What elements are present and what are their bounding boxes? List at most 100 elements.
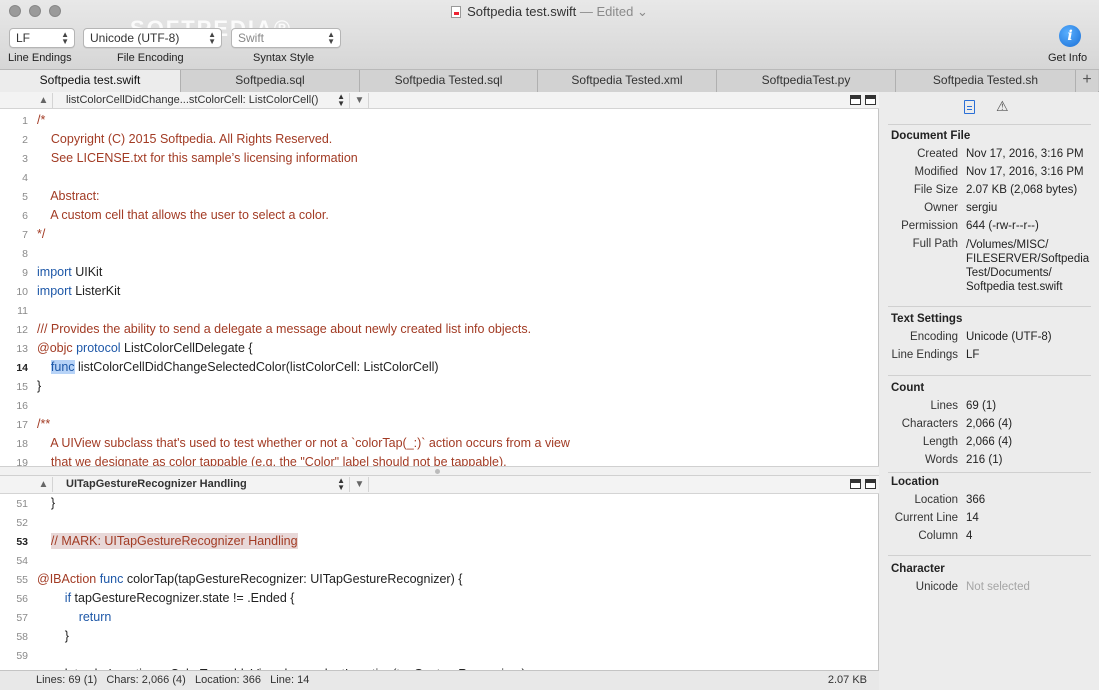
code-line[interactable]: 3 See LICENSE.txt for this sample’s lice… bbox=[0, 150, 879, 169]
function-menu[interactable]: listColorCellDidChange...stColorCell: Li… bbox=[54, 93, 350, 108]
code-line[interactable]: 52 bbox=[0, 514, 879, 533]
code-line[interactable]: 14 func listColorCellDidChangeSelectedCo… bbox=[0, 359, 879, 378]
tab-softpedia-tested-sql[interactable]: Softpedia Tested.sql bbox=[360, 70, 538, 92]
location-row: Location 366 bbox=[880, 494, 1099, 510]
code-token: Copyright (C) 2015 Softpedia. All Rights… bbox=[37, 132, 333, 146]
location-heading: Location bbox=[891, 476, 939, 488]
code-line[interactable]: 6 A custom cell that allows the user to … bbox=[0, 207, 879, 226]
code-line[interactable]: 58 } bbox=[0, 628, 879, 647]
keyword-token: import bbox=[37, 265, 72, 279]
chevron-up-icon[interactable]: ▲ bbox=[35, 477, 53, 492]
modified-row: Modified Nov 17, 2016, 3:16 PM bbox=[880, 166, 1099, 182]
get-info-label[interactable]: Get Info bbox=[1048, 52, 1087, 64]
code-line[interactable]: 4 bbox=[0, 169, 879, 188]
line-number: 54 bbox=[16, 555, 28, 567]
line-number: 14 bbox=[16, 362, 28, 374]
lines-key: Lines bbox=[930, 400, 959, 412]
line-endings-select[interactable]: LF ▲ ▼ bbox=[9, 28, 75, 48]
status-summary: Lines: 69 (1) Chars: 2,066 (4) Location:… bbox=[36, 674, 310, 686]
code-line[interactable]: 59 bbox=[0, 647, 879, 666]
code-line[interactable]: 56 if tapGestureRecognizer.state != .End… bbox=[0, 590, 879, 609]
words-row: Words 216 (1) bbox=[880, 454, 1099, 470]
bottom-code-pane[interactable]: 51 } 52 53 // MARK: UITapGestureRecognizer… bbox=[0, 494, 879, 670]
tab-softpedia-tested-xml[interactable]: Softpedia Tested.xml bbox=[538, 70, 717, 92]
code-line[interactable]: 16 bbox=[0, 397, 879, 416]
code-token: } bbox=[37, 379, 42, 393]
code-line[interactable]: 51 } bbox=[0, 495, 879, 514]
created-row: Created Nov 17, 2016, 3:16 PM bbox=[880, 148, 1099, 164]
editor: ▲ listColorCellDidChange...stColorCell: … bbox=[0, 92, 879, 670]
file-encoding-label: File Encoding bbox=[117, 52, 184, 64]
code-line[interactable]: 5 Abstract: bbox=[0, 188, 879, 207]
syntax-style-select[interactable]: Swift ▲ ▼ bbox=[231, 28, 341, 48]
split-view-icon[interactable] bbox=[850, 95, 861, 105]
code-token: ListColorCellDelegate { bbox=[120, 341, 253, 355]
code-line[interactable]: 2 Copyright (C) 2015 Softpedia. All Righ… bbox=[0, 131, 879, 150]
code-line[interactable]: 13 @objc protocol ListColorCellDelegate { bbox=[0, 340, 879, 359]
unicode-key: Unicode bbox=[915, 581, 958, 593]
line-number: 5 bbox=[22, 191, 28, 203]
owner-row: Owner sergiu bbox=[880, 202, 1099, 218]
code-line[interactable]: 9 import UIKit bbox=[0, 264, 879, 283]
chevron-down-icon[interactable]: ▼ bbox=[351, 477, 369, 492]
inspector-panel: ⚠ Document File Created Nov 17, 2016, 3:1… bbox=[880, 92, 1099, 690]
title-bar: Softpedia test.swift — Edited ⌄ SOFTPEDI… bbox=[0, 0, 1099, 70]
permission-row: Permission 644 (-rw-r--r--) bbox=[880, 220, 1099, 236]
code-token: /** bbox=[37, 417, 51, 431]
line-endings-key: Line Endings bbox=[891, 349, 959, 361]
tab-softpediatest-py[interactable]: SoftpediaTest.py bbox=[717, 70, 896, 92]
code-line[interactable]: 7 */ bbox=[0, 226, 879, 245]
inspector-tabs: ⚠ bbox=[880, 98, 1099, 120]
current-line-value: 14 bbox=[966, 512, 979, 524]
line-number: 16 bbox=[16, 400, 28, 412]
document-icon bbox=[451, 6, 462, 18]
code-text: import UIKit bbox=[37, 265, 102, 279]
chevron-up-icon[interactable]: ▲ bbox=[35, 93, 53, 108]
code-line[interactable]: 12 /// Provides the ability to send a del… bbox=[0, 321, 879, 340]
characters-key: Characters bbox=[901, 418, 958, 430]
characters-value: 2,066 (4) bbox=[966, 418, 1013, 430]
warning-icon[interactable]: ⚠ bbox=[996, 98, 1009, 115]
code-line[interactable]: 11 bbox=[0, 302, 879, 321]
file-size-key: File Size bbox=[913, 184, 958, 196]
code-line[interactable]: 55 @IBAction func colorTap(tapGestureReco… bbox=[0, 571, 879, 590]
code-line[interactable]: 19 that we designate as color tappable (… bbox=[0, 454, 879, 466]
code-line[interactable]: 1 /* bbox=[0, 112, 879, 131]
code-line[interactable]: 17 /** bbox=[0, 416, 879, 435]
tab-softpedia-test-swift[interactable]: Softpedia test.swift bbox=[0, 70, 181, 92]
code-line[interactable]: 18 A UIView subclass that's used to test… bbox=[0, 435, 879, 454]
function-menu[interactable]: UITapGestureRecognizer Handling ▲ ▼ bbox=[54, 477, 350, 492]
keyword-token: return bbox=[78, 610, 112, 624]
add-tab-button[interactable]: + bbox=[1076, 70, 1098, 92]
line-number: 52 bbox=[16, 517, 28, 529]
split-divider[interactable] bbox=[0, 466, 879, 476]
tab-softpedia-tested-sh[interactable]: Softpedia Tested.sh bbox=[896, 70, 1076, 92]
character-heading: Character bbox=[891, 563, 945, 575]
divider-handle[interactable] bbox=[435, 469, 440, 474]
close-split-icon[interactable] bbox=[865, 95, 876, 105]
close-split-icon[interactable] bbox=[865, 479, 876, 489]
file-encoding-select[interactable]: Unicode (UTF-8) ▲ ▼ bbox=[83, 28, 222, 48]
code-line[interactable]: 8 bbox=[0, 245, 879, 264]
top-code-pane[interactable]: 1 /* 2 Copyright (C) 2015 Softpedia. All R… bbox=[0, 109, 879, 466]
edited-indicator[interactable]: — Edited ⌄ bbox=[580, 4, 648, 19]
words-value: 216 (1) bbox=[966, 454, 1003, 466]
code-text: Abstract: bbox=[37, 189, 99, 203]
created-value: Nov 17, 2016, 3:16 PM bbox=[966, 148, 1084, 160]
code-line[interactable]: 15} bbox=[0, 378, 879, 397]
code-line[interactable]: 57 return bbox=[0, 609, 879, 628]
code-line[interactable]: 53 // MARK: UITapGestureRecognizer Handl… bbox=[0, 533, 879, 552]
location-key: Location bbox=[914, 494, 958, 506]
code-line[interactable]: 10 import ListerKit bbox=[0, 283, 879, 302]
tab-bar: Softpedia test.swift Softpedia.sql Softp… bbox=[0, 70, 1099, 92]
code-line[interactable]: 54 bbox=[0, 552, 879, 571]
line-number: 13 bbox=[16, 343, 28, 355]
code-token: that we designate as color tappable (e.g… bbox=[37, 455, 507, 466]
document-icon[interactable] bbox=[964, 100, 975, 114]
info-icon[interactable]: i bbox=[1059, 25, 1081, 47]
chevron-down-icon[interactable]: ▼ bbox=[351, 93, 369, 108]
top-pane-navigator: ▲ listColorCellDidChange...stColorCell: … bbox=[0, 92, 879, 109]
code-text: A UIView subclass that's used to test wh… bbox=[37, 436, 570, 450]
tab-softpedia-sql[interactable]: Softpedia.sql bbox=[181, 70, 360, 92]
split-view-icon[interactable] bbox=[850, 479, 861, 489]
